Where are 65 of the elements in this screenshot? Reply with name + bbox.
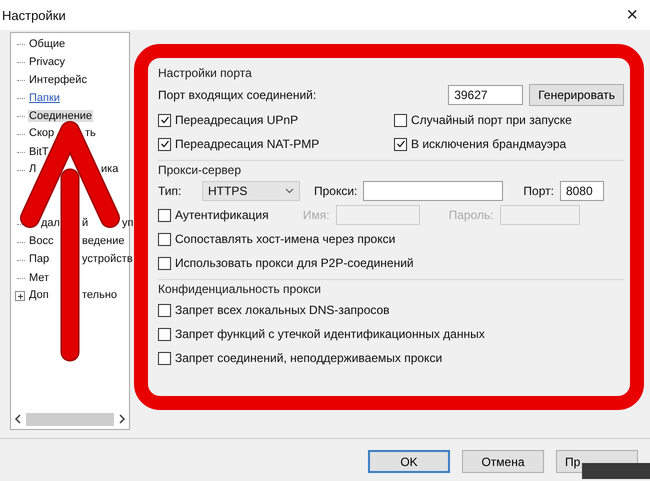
tree-item[interactable]: Общие [28,38,66,50]
chevron-left-icon[interactable] [14,414,22,424]
type-dropdown[interactable]: HTTPS [202,181,300,201]
tree-item[interactable]: тельно [81,289,118,301]
tree-item[interactable]: ведение [81,235,126,247]
tree-item[interactable]: ика [100,163,120,175]
checkbox-label: Переадресация UPnP [175,113,298,127]
field-label: Прокси: [314,184,358,198]
tree-item[interactable]: Privacy [28,56,66,68]
expand-icon[interactable] [15,291,25,301]
tree-item[interactable]: й [81,217,90,229]
field-label: Порт входящих соединений: [158,88,318,102]
chevron-right-icon[interactable] [118,414,126,424]
checkbox[interactable] [158,256,171,270]
tree-item[interactable]: ть [84,127,97,139]
checkbox[interactable] [158,232,171,246]
dark-overlay [582,463,650,479]
checkbox-label: Аутентификация [175,208,269,222]
field-label: Пароль: [448,208,494,222]
dialog-button[interactable]: OK [368,450,450,473]
tree-item[interactable]: дал [40,217,61,229]
checkbox-label: Запрет всех локальных DNS-запросов [175,303,390,317]
field-label: Тип: [158,184,182,198]
checkbox[interactable] [394,138,407,150]
field-label: Имя: [302,208,330,222]
tree-item[interactable]: Восс [28,235,54,247]
group-title: Прокси-сервер [158,163,242,177]
checkbox-label: Запрет соединений, неподдерживаемых прокси [175,351,442,365]
checkbox[interactable] [394,114,407,126]
tree-item[interactable]: Пар [28,253,50,265]
port-field[interactable]: 39627 [448,85,524,105]
tree-item[interactable]: BitT [28,146,50,158]
checkbox-label: Использовать прокси для P2P-соединений [175,256,414,270]
tree-item[interactable]: Интерфейс [28,74,88,86]
checkbox[interactable] [158,328,171,340]
tree-item[interactable]: Мет [28,272,50,284]
tree-item[interactable]: Доп [28,289,50,301]
tree-item[interactable]: Соединение [28,110,94,122]
window-title: Настройки [2,8,66,22]
group-title: Настройки порта [158,66,253,80]
port-field[interactable]: 8080 [560,181,604,201]
generate-button[interactable]: Генерировать [529,84,624,106]
name-field[interactable] [336,205,420,225]
checkbox[interactable] [158,352,171,364]
dialog-button[interactable]: Отмена [462,450,544,473]
checkbox[interactable] [158,114,171,126]
tree-item[interactable]: Папки [28,92,61,104]
tree-item[interactable]: устройств [81,253,134,265]
close-button[interactable]: × [620,5,644,25]
tree-item[interactable]: Скор [28,127,56,139]
checkbox-label: Переадресация NAT-PMP [175,137,320,151]
checkbox-label: Сопоставлять хост-имена через прокси [175,232,396,246]
tree-item[interactable]: уп [121,217,134,229]
checkbox[interactable] [158,138,171,150]
checkbox[interactable] [158,304,171,316]
checkbox-label: В исключения брандмауэра [411,137,566,151]
password-field[interactable] [500,205,580,225]
checkbox-label: Запрет функций с утечкой идентификационных данных [175,327,485,341]
field-label: Порт: [523,184,554,198]
scrollbar-thumb[interactable] [26,412,114,426]
proxy-field[interactable] [363,181,504,201]
tree-item[interactable]: Л [28,163,38,175]
chevron-down-icon [285,188,294,194]
checkbox-label: Случайный порт при запуске [411,113,572,127]
group-title: Конфиденциальность прокси [158,282,322,296]
